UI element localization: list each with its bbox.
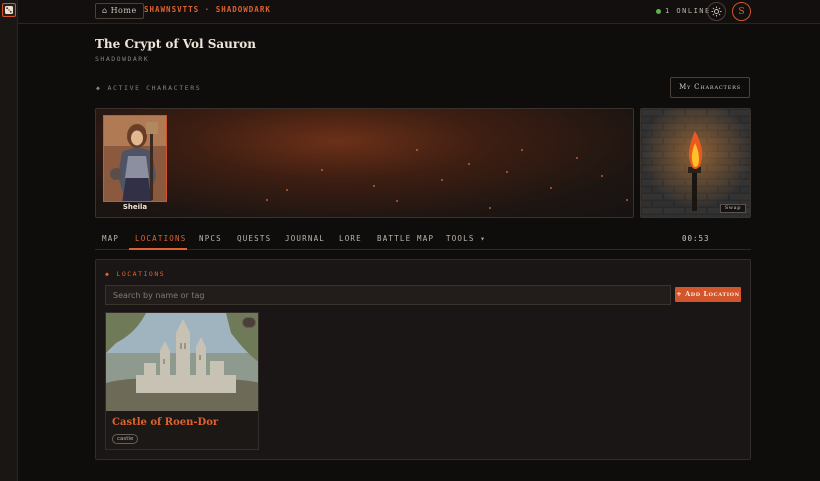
torch-panel: Swap <box>640 108 751 218</box>
active-characters-label: ACTIVE CHARACTERS <box>107 84 202 92</box>
tab-lore[interactable]: LORE <box>339 234 362 243</box>
home-icon: ⌂ <box>102 6 108 15</box>
active-tab-indicator <box>129 248 187 250</box>
theme-toggle-button[interactable] <box>707 2 726 21</box>
tab-battle-map[interactable]: BATTLE MAP <box>377 234 434 243</box>
home-button[interactable]: ⌂ Home <box>95 3 144 19</box>
tab-quests[interactable]: QUESTS <box>237 234 271 243</box>
location-card-title: Castle of Roen-Dor <box>112 417 219 428</box>
online-dot-icon <box>656 8 661 14</box>
left-rail <box>0 0 18 481</box>
diamond-icon: ◆ <box>105 270 111 278</box>
diamond-icon: ◆ <box>96 84 102 92</box>
brand-breadcrumb[interactable]: SHAWNSVTTS · SHADOWDARK <box>144 5 271 14</box>
castle-illustration <box>106 313 258 411</box>
ember <box>601 175 603 177</box>
character-name: Sheila <box>122 203 148 211</box>
tab-bar: MAP LOCATIONS NPCS QUESTS JOURNAL LORE B… <box>95 230 751 250</box>
ember <box>321 169 323 171</box>
user-avatar[interactable]: S <box>732 2 751 21</box>
campaign-system: SHADOWDARK <box>95 55 150 63</box>
character-stage: Sheila <box>95 108 634 218</box>
locations-panel: ◆ LOCATIONS + Add Location <box>95 259 751 460</box>
ember <box>266 199 268 201</box>
locations-heading-label: LOCATIONS <box>116 270 166 278</box>
ember <box>626 199 628 201</box>
ember <box>521 149 523 151</box>
add-location-button[interactable]: + Add Location <box>675 287 741 302</box>
character-portrait[interactable] <box>103 115 167 202</box>
ember <box>373 185 375 187</box>
ember <box>468 163 470 165</box>
dice-icon-svg <box>5 6 13 14</box>
home-button-label: Home <box>110 6 137 15</box>
tab-locations[interactable]: LOCATIONS <box>135 234 186 243</box>
ember <box>441 179 443 181</box>
my-characters-button[interactable]: My Characters <box>670 77 750 98</box>
tab-journal[interactable]: JOURNAL <box>285 234 325 243</box>
online-count: 1 ONLINE <box>665 7 711 15</box>
tab-map[interactable]: MAP <box>102 234 119 243</box>
torch-icon <box>641 109 750 217</box>
online-status: 1 ONLINE <box>656 7 711 15</box>
ember <box>489 207 491 209</box>
locations-heading: ◆ LOCATIONS <box>105 270 165 278</box>
character-portrait-art <box>104 116 166 201</box>
session-timer: 00:53 <box>682 234 710 243</box>
top-bar: ⌂ Home SHAWNSVTTS · SHADOWDARK 1 ONLINE … <box>18 0 820 24</box>
dice-icon[interactable] <box>2 3 16 17</box>
ember <box>416 149 418 151</box>
tab-npcs[interactable]: NPCS <box>199 234 222 243</box>
location-card[interactable]: Castle of Roen-Dor castle <box>105 312 259 450</box>
location-search-input[interactable] <box>105 285 671 305</box>
ember <box>506 171 508 173</box>
location-card-image <box>106 313 258 411</box>
torch-swap-button[interactable]: Swap <box>719 204 746 213</box>
active-characters-heading: ◆ ACTIVE CHARACTERS <box>96 84 201 92</box>
ember <box>286 189 288 191</box>
sun-icon <box>711 6 722 17</box>
ember <box>576 157 578 159</box>
tab-tools[interactable]: TOOLS ▾ <box>446 234 486 243</box>
location-tag: castle <box>112 434 139 444</box>
campaign-title: The Crypt of Vol Sauron <box>95 37 256 51</box>
ember <box>550 187 552 189</box>
location-card-badge-icon <box>242 317 256 328</box>
ember <box>396 200 398 202</box>
